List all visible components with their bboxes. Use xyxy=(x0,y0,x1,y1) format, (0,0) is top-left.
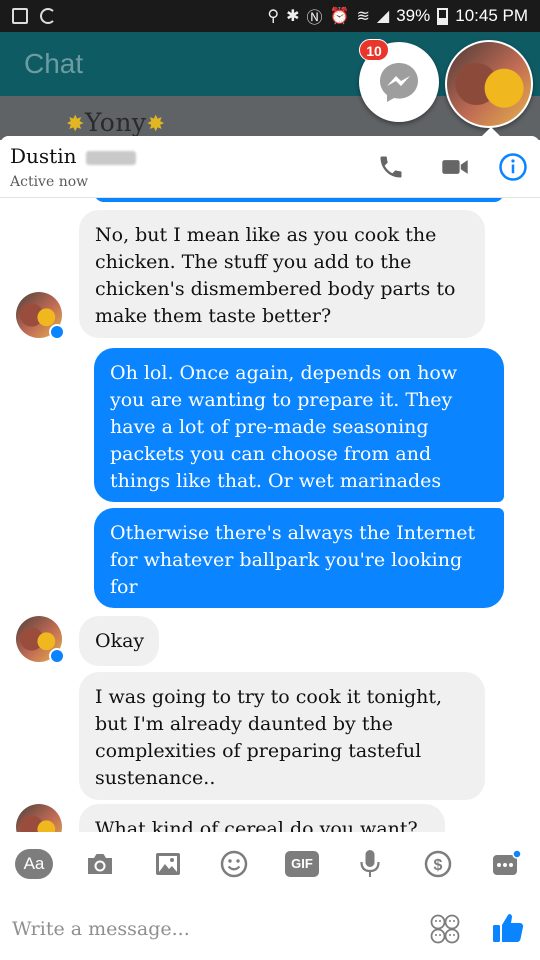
info-icon xyxy=(499,153,527,181)
received-message[interactable]: No, but I mean like as you cook the chic… xyxy=(79,210,485,338)
emoji-grid-icon xyxy=(430,914,460,944)
send-money-button[interactable]: $ xyxy=(418,846,458,882)
video-call-button[interactable] xyxy=(438,150,472,184)
microphone-icon xyxy=(360,850,380,877)
signal-icon: ◢ xyxy=(376,8,390,25)
background-contact-name: ✸Yony✸ xyxy=(66,108,165,137)
chat-header: Dustin Active now xyxy=(0,136,540,198)
camera-button[interactable] xyxy=(80,846,120,882)
like-button[interactable] xyxy=(490,910,526,946)
contact-chat-head-avatar[interactable] xyxy=(445,40,533,128)
emoji-button[interactable] xyxy=(428,912,462,946)
chat-head-pointer xyxy=(480,127,502,138)
background-app-title: Chat xyxy=(24,48,84,79)
sticker-button[interactable] xyxy=(214,846,254,882)
thumbs-up-icon xyxy=(493,914,524,942)
text-style-button[interactable]: Aa xyxy=(14,846,54,882)
sent-message[interactable]: Otherwise there's always the Internet fo… xyxy=(94,508,504,608)
unread-count-badge: 10 xyxy=(359,39,389,61)
messenger-icon xyxy=(380,63,418,102)
video-camera-icon xyxy=(442,160,468,174)
battery-icon xyxy=(437,7,449,25)
more-options-button[interactable] xyxy=(486,846,526,882)
screenshot-icon xyxy=(12,8,28,24)
message-input[interactable] xyxy=(12,914,412,944)
smiley-icon xyxy=(220,850,248,878)
chat-window: Dustin Active now No, but I mean like as… xyxy=(0,136,540,960)
star-icon: ✸ xyxy=(146,112,166,137)
message-thread[interactable]: No, but I mean like as you cook the chic… xyxy=(0,198,540,832)
image-icon xyxy=(156,853,180,875)
received-message[interactable]: I was going to try to cook it tonight, b… xyxy=(79,672,485,800)
messenger-badge-icon xyxy=(49,648,65,664)
svg-text:$: $ xyxy=(434,857,443,874)
background-contact-name-text: Yony xyxy=(84,108,147,137)
bluetooth-icon: ✱ xyxy=(286,8,300,25)
star-icon: ✸ xyxy=(66,112,85,137)
clock: 10:45 PM xyxy=(455,6,528,25)
previous-sent-bubble-edge xyxy=(94,198,504,202)
voice-call-button[interactable] xyxy=(374,150,408,184)
messenger-badge-icon xyxy=(49,324,65,340)
received-message[interactable]: Okay xyxy=(79,616,159,666)
composer-toolbar: Aa GIF $ xyxy=(0,832,540,896)
conversation-info-button[interactable] xyxy=(496,150,530,184)
wifi-icon: ≋ xyxy=(356,8,370,25)
more-dots-icon xyxy=(493,849,522,875)
location-icon: ⚲ xyxy=(267,8,280,25)
contact-avatar xyxy=(16,804,62,832)
sent-message[interactable]: Oh lol. Once again, depends on how you a… xyxy=(94,348,504,502)
camera-icon xyxy=(88,854,112,874)
text-style-icon: Aa xyxy=(15,849,53,879)
battery-percent: 39% xyxy=(396,6,431,25)
voice-clip-button[interactable] xyxy=(350,846,390,882)
gallery-button[interactable] xyxy=(148,846,188,882)
alarm-icon: ⏰ xyxy=(329,8,350,25)
sync-icon xyxy=(40,8,56,24)
nfc-icon: Ⓝ xyxy=(306,10,323,27)
gif-button[interactable]: GIF xyxy=(282,846,322,882)
contact-name[interactable]: Dustin xyxy=(10,144,77,168)
phone-icon xyxy=(380,156,402,178)
dollar-icon: $ xyxy=(424,850,452,878)
received-message[interactable]: What kind of cereal do you want? xyxy=(79,804,445,832)
message-composer xyxy=(0,896,540,960)
status-bar: ⚲ ✱ Ⓝ ⏰ ≋ ◢ 39% 10:45 PM xyxy=(0,0,540,32)
gif-icon: GIF xyxy=(285,851,319,877)
redacted-surname xyxy=(86,151,136,165)
active-status: Active now xyxy=(10,174,89,190)
